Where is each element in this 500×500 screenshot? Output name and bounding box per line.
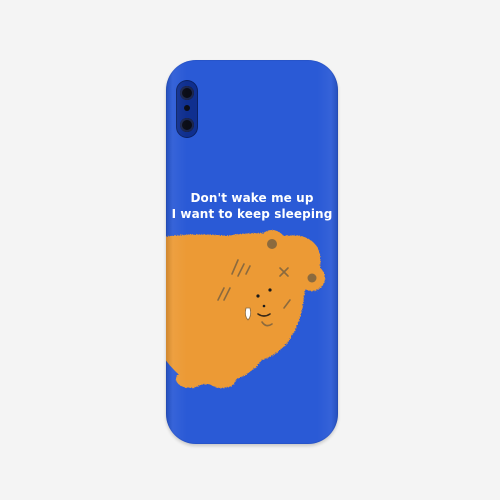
product-scene: Don't wake me up I want to keep sleeping	[0, 0, 500, 500]
sleeping-bear-illustration	[166, 230, 325, 388]
phone-case: Don't wake me up I want to keep sleeping	[166, 60, 338, 444]
